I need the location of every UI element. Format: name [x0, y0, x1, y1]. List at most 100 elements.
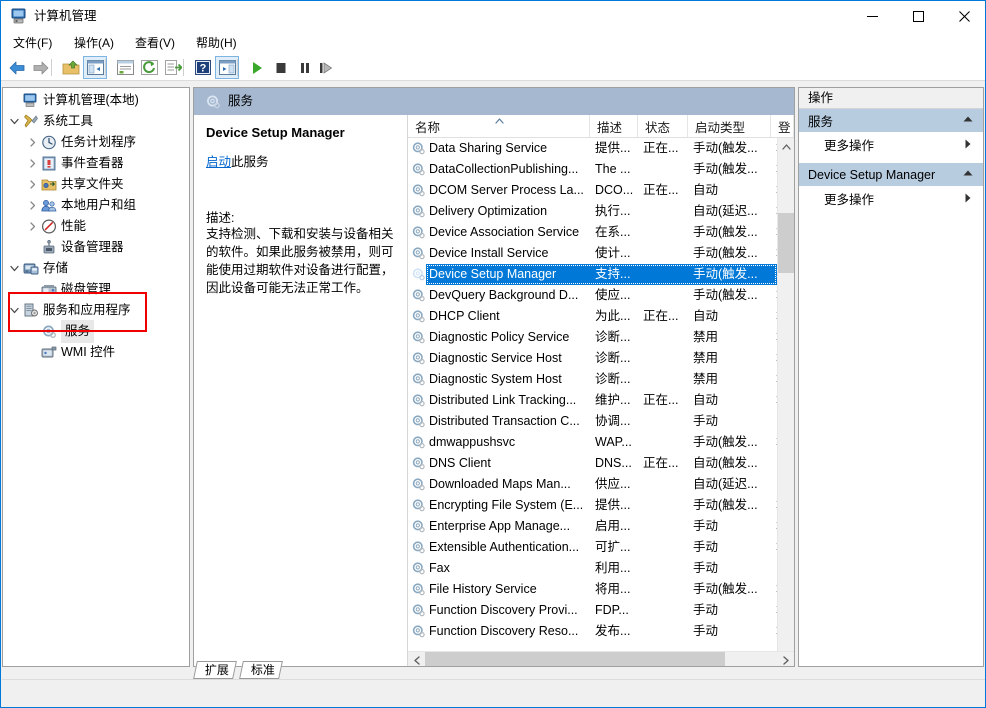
service-row[interactable]: Diagnostic Policy Service诊断...禁用本 [408, 327, 777, 348]
menu-help[interactable]: 帮助(H) [190, 34, 243, 52]
console-tree-pane[interactable]: 计算机管理(本地) 系统工具 [2, 87, 190, 667]
service-row[interactable]: Data Sharing Service提供...正在...手动(触发...本 [408, 138, 777, 159]
menu-file[interactable]: 文件(F) [7, 34, 58, 52]
service-description-cell: 提供... [595, 495, 637, 516]
service-row[interactable]: Diagnostic System Host诊断...禁用本 [408, 369, 777, 390]
service-row[interactable]: Device Association Service在系...手动(触发...本 [408, 222, 777, 243]
tab-extended[interactable]: 扩展 [193, 661, 237, 679]
tree-node-event-viewer[interactable]: 事件查看器 [3, 153, 124, 174]
refresh-icon[interactable] [137, 56, 161, 79]
computer-management-icon [10, 8, 27, 25]
chevron-up-icon[interactable] [963, 116, 973, 122]
toolbar-separator [237, 59, 238, 76]
list-horizontal-scrollbar[interactable] [408, 651, 794, 667]
tree-node-system-tools[interactable]: 系统工具 [3, 111, 93, 132]
chevron-right-icon[interactable] [25, 174, 40, 195]
scrollbar-thumb[interactable] [778, 213, 794, 273]
column-header-logon-as[interactable]: 登 [771, 115, 794, 137]
tree-node-services[interactable]: 服务 [3, 321, 94, 342]
chevron-right-icon[interactable] [25, 132, 40, 153]
column-header-name[interactable]: 名称 [408, 115, 590, 137]
maximize-button[interactable] [895, 1, 941, 31]
forward-icon[interactable] [29, 56, 53, 79]
export-list-icon[interactable] [161, 56, 185, 79]
list-vertical-scrollbar[interactable] [777, 138, 794, 667]
chevron-right-icon[interactable] [25, 216, 40, 237]
column-header-startup-type[interactable]: 启动类型 [688, 115, 771, 137]
chevron-down-icon[interactable] [7, 111, 22, 132]
tree-node-shared-folders[interactable]: 共享文件夹 [3, 174, 124, 195]
chevron-right-icon[interactable] [25, 195, 40, 216]
scroll-right-arrow-icon[interactable] [777, 652, 794, 667]
service-row[interactable]: File History Service将用...手动(触发...本 [408, 579, 777, 600]
service-row[interactable]: Device Install Service使计...手动(触发...本 [408, 243, 777, 264]
action-more-actions-services[interactable]: 更多操作 [799, 132, 983, 156]
minimize-button[interactable] [849, 1, 895, 31]
show-hide-tree-icon[interactable] [83, 56, 107, 79]
service-row[interactable]: Function Discovery Reso...发布...手动本 [408, 621, 777, 642]
properties-icon[interactable] [113, 56, 137, 79]
service-row[interactable]: Downloaded Maps Man...供应...自动(延迟...网 [408, 474, 777, 495]
action-group-device-setup-manager[interactable]: Device Setup Manager [799, 163, 983, 186]
service-row[interactable]: Extensible Authentication...可扩...手动本 [408, 537, 777, 558]
scroll-up-arrow-icon[interactable] [778, 138, 794, 155]
tree-node-label: 服务 [61, 320, 94, 343]
chevron-right-icon[interactable] [25, 153, 40, 174]
service-row[interactable]: DNS ClientDNS...正在...自动(触发...网 [408, 453, 777, 474]
action-more-actions-device-setup-manager[interactable]: 更多操作 [799, 186, 983, 210]
service-row[interactable]: DevQuery Background D...使应...手动(触发...本 [408, 285, 777, 306]
column-header-status[interactable]: 状态 [638, 115, 688, 137]
start-service-link[interactable]: 启动 [206, 155, 231, 169]
service-row[interactable]: Encrypting File System (E...提供...手动(触发..… [408, 495, 777, 516]
menu-view[interactable]: 查看(V) [129, 34, 181, 52]
service-description-cell: 利用... [595, 558, 637, 579]
scrollbar-thumb[interactable] [425, 652, 725, 667]
title-bar: 计算机管理 [1, 1, 985, 32]
tree-node-storage[interactable]: 存储 [3, 258, 68, 279]
service-row[interactable]: Fax利用...手动网 [408, 558, 777, 579]
chevron-up-icon[interactable] [963, 170, 973, 176]
scroll-left-arrow-icon[interactable] [408, 652, 425, 667]
back-icon[interactable] [5, 56, 29, 79]
chevron-down-icon[interactable] [7, 300, 22, 321]
restart-service-icon[interactable] [314, 56, 338, 79]
up-folder-icon[interactable] [59, 56, 83, 79]
show-action-pane-icon[interactable] [215, 56, 239, 79]
action-group-services[interactable]: 服务 [799, 109, 983, 132]
tree-node-local-users-groups[interactable]: 本地用户和组 [3, 195, 136, 216]
service-row[interactable]: Distributed Transaction C...协调...手动网 [408, 411, 777, 432]
column-header-description[interactable]: 描述 [590, 115, 638, 137]
service-row[interactable]: DHCP Client为此...正在...自动本 [408, 306, 777, 327]
tree-node-services-and-applications[interactable]: 服务和应用程序 [3, 300, 131, 321]
service-row[interactable]: Distributed Link Tracking...维护...正在...自动… [408, 390, 777, 411]
service-row[interactable]: Delivery Optimization执行...自动(延迟...本 [408, 201, 777, 222]
service-row[interactable]: DCOM Server Process La...DCO...正在...自动本 [408, 180, 777, 201]
local-users-icon [40, 197, 58, 214]
service-row[interactable]: Device Setup Manager支持...手动(触发...本 [408, 264, 777, 285]
close-button[interactable] [941, 1, 986, 31]
stop-service-icon[interactable] [269, 56, 293, 79]
service-row[interactable]: Function Discovery Provi...FDP...手动本 [408, 600, 777, 621]
service-row[interactable]: dmwappushsvcWAP...手动(触发...本 [408, 432, 777, 453]
service-row[interactable]: Diagnostic Service Host诊断...禁用本 [408, 348, 777, 369]
main-body: 计算机管理(本地) 系统工具 [1, 81, 985, 679]
service-row[interactable]: DataCollectionPublishing...The ...手动(触发.… [408, 159, 777, 180]
tree-node-device-manager[interactable]: 设备管理器 [3, 237, 124, 258]
service-status-cell [643, 432, 685, 453]
help-icon[interactable]: ? [191, 56, 215, 79]
service-status-cell [643, 600, 685, 621]
chevron-down-icon[interactable] [7, 258, 22, 279]
tree-node-computer-management[interactable]: 计算机管理(本地) [3, 90, 139, 111]
tree-node-disk-management[interactable]: 磁盘管理 [3, 279, 111, 300]
services-list-pane[interactable]: 名称 描述 状态 启动类型 登 Data Sharing Service提供..… [407, 115, 794, 667]
tree-node-performance[interactable]: 性能 [3, 216, 86, 237]
start-service-icon[interactable] [245, 56, 269, 79]
services-rows-container: Data Sharing Service提供...正在...手动(触发...本 … [408, 138, 777, 651]
tree-node-wmi-control[interactable]: WMI 控件 [3, 342, 115, 363]
service-status-cell: 正在... [643, 306, 685, 327]
tree-node-task-scheduler[interactable]: 任务计划程序 [3, 132, 136, 153]
service-row[interactable]: Enterprise App Manage...启用...手动本 [408, 516, 777, 537]
tab-standard[interactable]: 标准 [239, 661, 283, 679]
service-status-cell [643, 222, 685, 243]
menu-action[interactable]: 操作(A) [68, 34, 120, 52]
